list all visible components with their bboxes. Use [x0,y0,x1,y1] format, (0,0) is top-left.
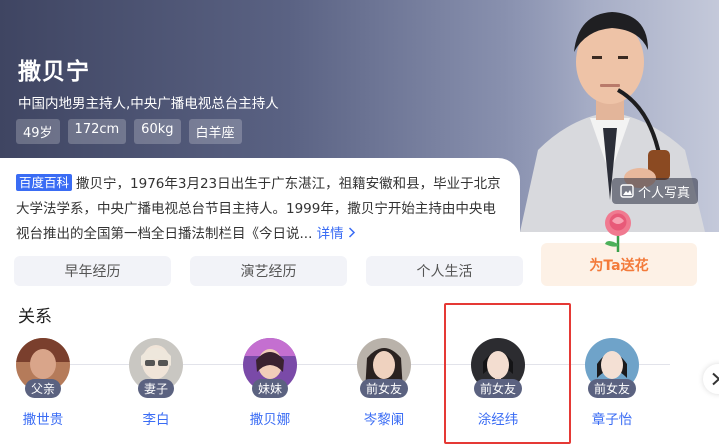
relation-name[interactable]: 章子怡 [592,408,633,428]
relation-badge: 前女友 [359,379,409,398]
avatar-wrap: 妻子 [129,338,183,398]
avatar-wrap: 妹妹 [243,338,297,398]
chevron-right-icon [712,372,719,386]
profile-card: 撒贝宁 中国内地男主持人,中央广播电视总台主持人 49岁 172cm 60kg … [0,0,719,447]
personal-photo-label: 个人写真 [638,185,691,201]
relation-badge: 前女友 [587,379,637,398]
tag-weight: 60kg [134,119,181,144]
relation-name[interactable]: 撒贝娜 [250,408,291,428]
relation-badge: 父亲 [24,379,62,398]
avatar-wrap: 父亲 [16,338,70,398]
relation-person[interactable]: 前女友 章子怡 [567,338,657,428]
chevron-right-icon [348,227,356,238]
tab-personal-life[interactable]: 个人生活 [366,256,523,286]
next-relations-button[interactable] [703,364,719,394]
relation-person[interactable]: 前女友 岑黎阑 [339,338,429,428]
relations-title: 关系 [18,307,52,327]
relation-person[interactable]: 妹妹 撒贝娜 [225,338,315,428]
bio-text: 撒贝宁，1976年3月23日出生于广东湛江，祖籍安徽和县，毕业于北京大学法学系，… [16,176,501,242]
bio-text-block: 百度百科 撒贝宁，1976年3月23日出生于广东湛江，祖籍安徽和县，毕业于北京大学… [16,172,504,247]
personal-photo-button[interactable]: 个人写真 [612,178,699,204]
relation-name[interactable]: 李白 [143,408,170,428]
relation-badge: 妻子 [137,379,175,398]
image-icon [620,184,634,198]
tab-early-life[interactable]: 早年经历 [14,256,171,286]
section-tabs: 早年经历 演艺经历 个人生活 [14,256,523,286]
profile-tags: 49岁 172cm 60kg 白羊座 [16,119,242,144]
profile-subtitle: 中国内地男主持人,中央广播电视总台主持人 [18,96,279,112]
more-label: 详情 [316,226,344,242]
bio-panel: 百度百科 撒贝宁，1976年3月23日出生于广东湛江，祖籍安徽和县，毕业于北京大学… [0,158,520,256]
highlight-box [444,303,571,444]
tag-age: 49岁 [16,119,60,144]
baike-badge[interactable]: 百度百科 [16,174,73,191]
avatar-wrap: 前女友 [357,338,411,398]
bio-more-link[interactable]: 详情 [317,226,356,242]
profile-name: 撒贝宁 [18,59,90,85]
tag-height: 172cm [67,119,127,144]
relation-badge: 妹妹 [251,379,289,398]
rose-icon [605,210,631,252]
relation-name[interactable]: 岑黎阑 [364,408,405,428]
relation-name[interactable]: 撒世贵 [23,408,64,428]
tag-zodiac: 白羊座 [188,119,242,144]
tab-career[interactable]: 演艺经历 [190,256,347,286]
avatar-wrap: 前女友 [585,338,639,398]
relation-person[interactable]: 父亲 撒世贵 [0,338,88,428]
relation-person[interactable]: 妻子 李白 [111,338,201,428]
